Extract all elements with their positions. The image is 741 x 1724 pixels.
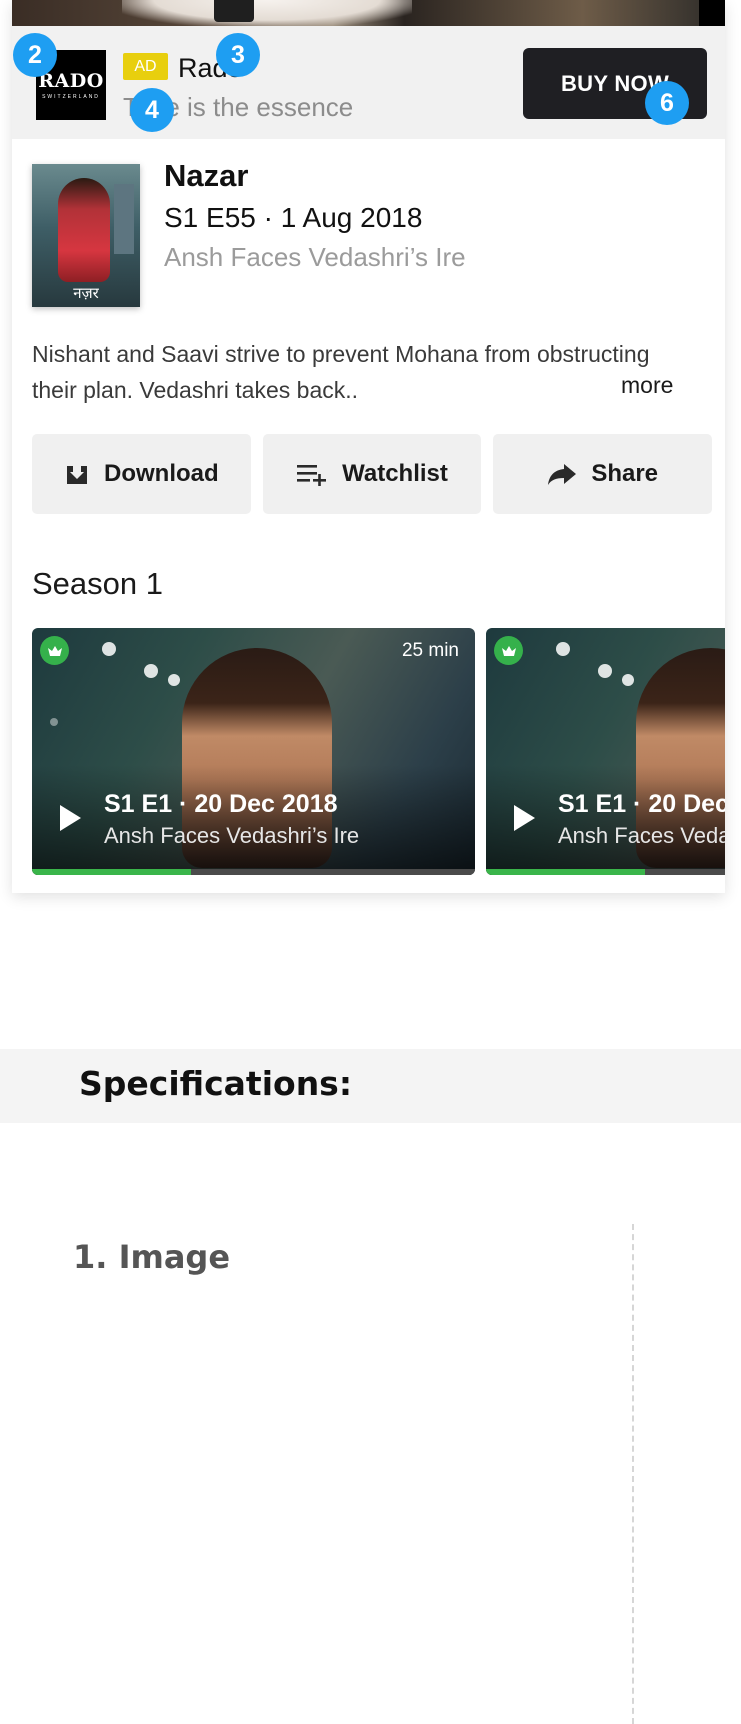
ad-badge: AD xyxy=(123,53,168,80)
share-button[interactable]: Share xyxy=(493,434,713,514)
brand-logo-subtext: SWITZERLAND xyxy=(42,94,100,100)
download-label: Download xyxy=(104,460,219,487)
hero-fur xyxy=(122,0,412,26)
poster-building xyxy=(114,184,134,254)
page: RADO SWITZERLAND AD Rado Time is the ess… xyxy=(0,0,741,1724)
thumbnail-shade xyxy=(32,765,475,875)
bokeh-light xyxy=(50,718,58,726)
description-line-2: their plan. Vedashri takes back.. xyxy=(32,377,359,403)
download-icon xyxy=(64,462,90,486)
episode-name: Ansh Faces Vedashri’s Ire xyxy=(164,242,466,272)
watch-progress-bar xyxy=(32,869,475,875)
premium-crown-icon xyxy=(40,636,69,665)
episode-card: RADO SWITZERLAND AD Rado Time is the ess… xyxy=(12,0,725,893)
episode-thumbnail[interactable]: S1 E1 · 20 Dec 2018 Ansh Faces Vedashri’… xyxy=(486,628,725,875)
action-bar: Download Watchlist Share xyxy=(32,434,713,514)
episode-card-title: Ansh Faces Vedashri’s Ire xyxy=(558,823,725,848)
annotation-marker: 6 xyxy=(645,81,689,125)
bokeh-light xyxy=(622,674,634,686)
poster-title: नज़र xyxy=(73,284,99,302)
watchlist-label: Watchlist xyxy=(342,460,448,487)
bokeh-light xyxy=(102,642,116,656)
annotation-marker: 4 xyxy=(130,88,174,132)
share-label: Share xyxy=(591,460,659,487)
ad-hero-image[interactable] xyxy=(12,0,725,26)
play-icon[interactable] xyxy=(512,804,536,837)
hero-edge xyxy=(699,0,725,26)
annotation-marker: 2 xyxy=(13,33,57,77)
watchlist-button[interactable]: Watchlist xyxy=(262,434,482,514)
brand-logo-text: RADO xyxy=(38,70,104,92)
annotation-marker: 3 xyxy=(216,33,260,77)
hero-watch xyxy=(214,0,254,22)
show-poster[interactable]: नज़र xyxy=(32,164,140,307)
bokeh-light xyxy=(556,642,570,656)
bokeh-light xyxy=(168,674,180,686)
share-arrow-icon xyxy=(547,462,577,486)
episode-description: Nishant and Saavi strive to prevent Moha… xyxy=(32,336,712,408)
premium-crown-icon xyxy=(494,636,523,665)
episode-card-meta: S1 E1 · 20 Dec 2018 xyxy=(104,790,338,818)
watch-progress-bar xyxy=(486,869,725,875)
show-title[interactable]: Nazar xyxy=(164,158,248,194)
bokeh-light xyxy=(144,664,158,678)
download-button[interactable]: Download xyxy=(32,434,251,514)
episode-card-meta: S1 E1 · 20 Dec 2018 xyxy=(558,790,725,818)
season-title: Season 1 xyxy=(32,566,163,601)
watch-progress-fill xyxy=(32,869,192,875)
specification-item: 1. Image xyxy=(73,1238,231,1276)
episode-meta: S1 E55 · 1 Aug 2018 xyxy=(164,202,423,233)
description-line-1: Nishant and Saavi strive to prevent Moha… xyxy=(32,341,650,367)
ad-banner[interactable]: RADO SWITZERLAND AD Rado Time is the ess… xyxy=(12,26,725,139)
watch-progress-fill xyxy=(486,869,646,875)
episode-thumbnail[interactable]: 25 min S1 E1 · 20 Dec 2018 Ansh Faces Ve… xyxy=(32,628,475,875)
episode-duration: 25 min xyxy=(401,640,459,661)
episode-card-title: Ansh Faces Vedashri’s Ire xyxy=(104,823,360,848)
more-link[interactable]: more xyxy=(621,372,673,399)
specifications-title: Specifications: xyxy=(79,1064,353,1103)
poster-figure xyxy=(58,178,110,282)
divider-line xyxy=(632,1224,634,1724)
play-icon[interactable] xyxy=(58,804,82,837)
add-to-list-icon xyxy=(296,462,328,486)
bokeh-light xyxy=(598,664,612,678)
